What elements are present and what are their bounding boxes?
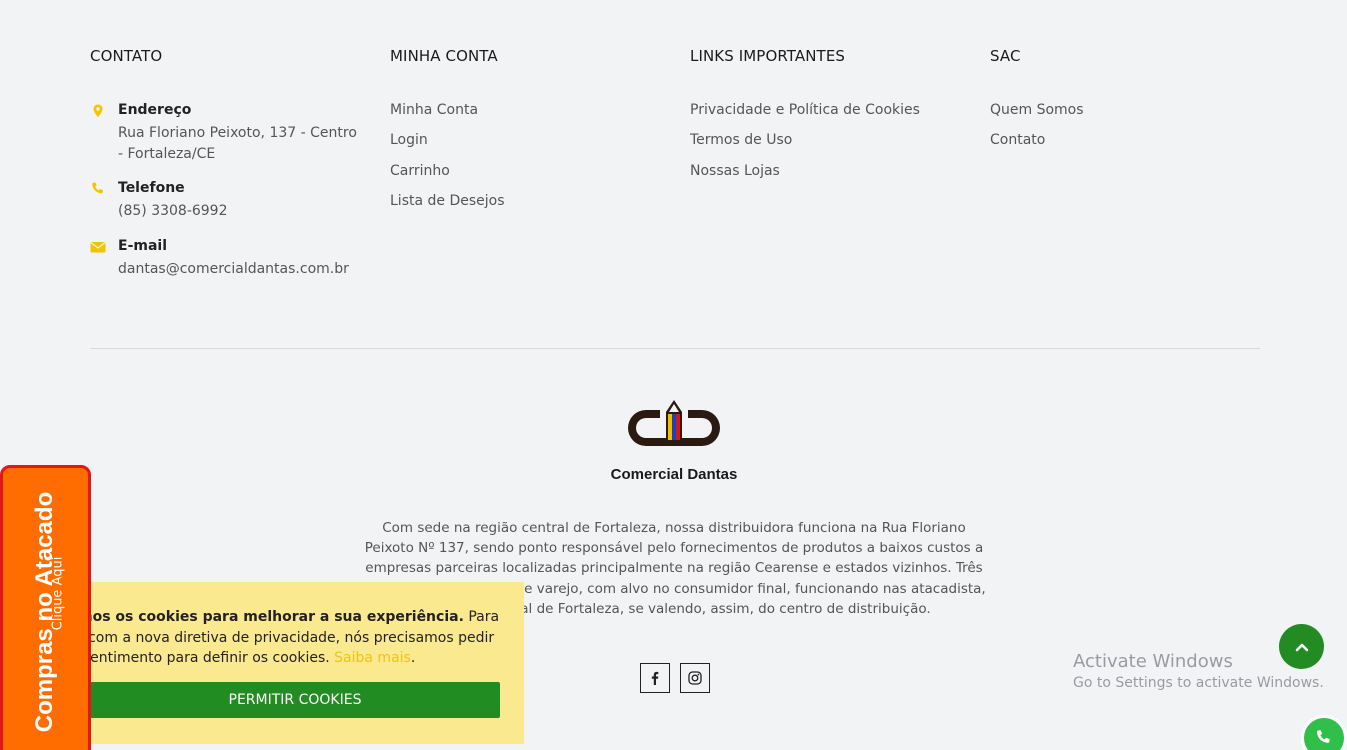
link-privacidade[interactable]: Privacidade e Política de Cookies <box>690 102 920 132</box>
social-links <box>640 663 710 693</box>
chevron-up-icon <box>1295 643 1308 651</box>
address-value: Rua Floriano Peixoto, 137 - Centro - For… <box>118 125 357 162</box>
instagram-button[interactable] <box>680 663 710 693</box>
cookie-line3: nsentimento para definir os cookies. <box>82 650 335 666</box>
cookie-line1-bold: mos os cookies para melhorar a sua exper… <box>82 609 464 625</box>
footer-column-links-importantes: LINKS IMPORTANTES Privacidade e Política… <box>690 47 920 193</box>
address-title: Endereço <box>118 102 192 118</box>
cookie-line2: ir com a nova diretiva de privacidade, n… <box>82 629 495 646</box>
phone-value: (85) 3308-6992 <box>118 203 228 219</box>
wholesale-tab-subtitle: Clique Aqui <box>50 556 66 631</box>
facebook-icon <box>651 671 659 685</box>
wholesale-side-tab[interactable]: Compras no Atacado Clique Aqui <box>0 465 91 750</box>
link-minha-conta[interactable]: Minha Conta <box>390 102 505 132</box>
whatsapp-icon <box>1317 730 1330 743</box>
footer-divider <box>90 348 1260 349</box>
phone-title: Telefone <box>118 180 185 196</box>
watermark-line2: Go to Settings to activate Windows. <box>1073 675 1324 691</box>
email-value[interactable]: dantas@comercialdantas.com.br <box>118 259 365 280</box>
instagram-icon <box>688 671 702 685</box>
link-login[interactable]: Login <box>390 132 505 162</box>
email-title: E-mail <box>118 238 168 254</box>
link-carrinho[interactable]: Carrinho <box>390 163 505 193</box>
minha-conta-heading: MINHA CONTA <box>390 47 498 65</box>
back-to-top-button[interactable] <box>1279 624 1324 669</box>
brand-name: Comercial Dantas <box>610 466 738 483</box>
facebook-button[interactable] <box>640 663 670 693</box>
phone-icon <box>92 182 103 194</box>
envelope-icon <box>90 242 106 253</box>
contact-phone: Telefone (85) 3308-6992 <box>90 180 365 222</box>
contact-email: E-mail dantas@comercialdantas.com.br <box>90 238 365 280</box>
link-termos-de-uso[interactable]: Termos de Uso <box>690 132 920 162</box>
contato-heading: CONTATO <box>90 47 163 65</box>
cookie-banner: mos os cookies para melhorar a sua exper… <box>82 582 524 744</box>
cookie-message: mos os cookies para melhorar a sua exper… <box>82 607 502 669</box>
footer-column-sac: SAC Quem Somos Contato <box>990 47 1084 163</box>
footer-column-contato: CONTATO Endereço Rua Floriano Peixoto, 1… <box>90 47 365 280</box>
contact-address: Endereço Rua Floriano Peixoto, 137 - Cen… <box>90 102 365 165</box>
links-importantes-heading: LINKS IMPORTANTES <box>690 47 846 65</box>
link-lista-de-desejos[interactable]: Lista de Desejos <box>390 193 505 223</box>
map-pin-icon <box>93 104 103 118</box>
cookie-line1-rest: Para <box>463 609 500 625</box>
whatsapp-button[interactable] <box>1301 715 1347 750</box>
allow-cookies-button[interactable]: PERMITIR COOKIES <box>90 682 500 718</box>
link-contato[interactable]: Contato <box>990 132 1084 162</box>
cookie-learn-more-link[interactable]: Saiba mais <box>334 650 411 666</box>
footer-column-minha-conta: MINHA CONTA Minha Conta Login Carrinho L… <box>390 47 505 223</box>
cookie-line3-end: . <box>410 650 416 666</box>
sac-heading: SAC <box>990 47 1021 65</box>
link-nossas-lojas[interactable]: Nossas Lojas <box>690 163 920 193</box>
link-quem-somos[interactable]: Quem Somos <box>990 102 1084 132</box>
